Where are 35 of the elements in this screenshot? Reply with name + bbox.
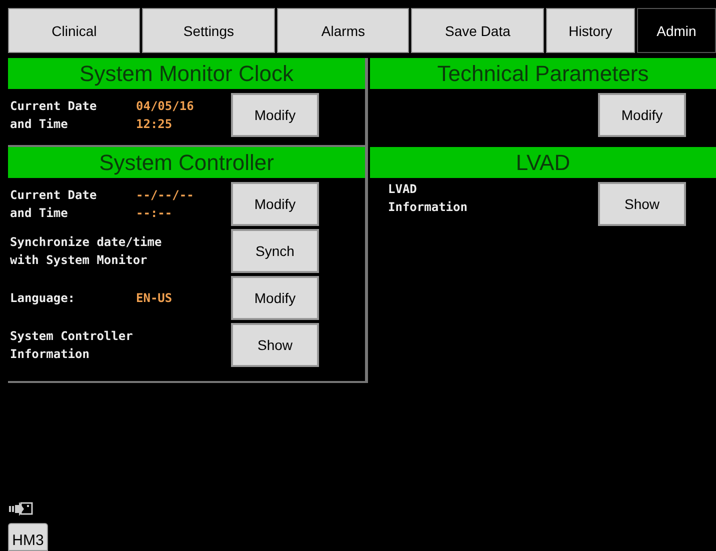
tab[interactable]: History [546, 8, 635, 53]
action-button[interactable]: Synch [231, 229, 319, 273]
field-value: 04/05/16 [136, 99, 195, 113]
field-label: and Time [10, 206, 69, 220]
field-label: with System Monitor [10, 253, 148, 267]
field-label: and Time [10, 117, 69, 131]
field-label: LVAD [388, 182, 418, 196]
field-label: Information [388, 200, 468, 214]
tab[interactable]: Save Data [411, 8, 544, 53]
field-label: Current Date [10, 188, 98, 202]
action-button[interactable]: Modify [231, 93, 319, 137]
exit-icon[interactable] [8, 501, 34, 517]
action-button[interactable]: Show [598, 182, 686, 226]
field-value: --/--/-- [136, 188, 195, 202]
field-label: Synchronize date/time [10, 235, 163, 249]
panel-header: System Monitor Clock [8, 58, 365, 89]
field-label: Current Date [10, 99, 98, 113]
field-label: Information [10, 347, 90, 361]
action-button[interactable]: Modify [598, 93, 686, 137]
field-label: Language: [10, 291, 76, 305]
field-value: EN-US [136, 291, 174, 305]
panel-header: LVAD [370, 147, 716, 178]
action-button[interactable]: Show [231, 323, 319, 367]
field-value: --:-- [136, 206, 174, 220]
panel-header: Technical Parameters [370, 58, 716, 89]
action-button[interactable]: Modify [231, 182, 319, 226]
field-label: System Controller [10, 329, 134, 343]
tab[interactable]: Clinical [8, 8, 140, 53]
tab[interactable]: Admin [636, 8, 716, 53]
action-button[interactable]: Modify [231, 276, 319, 320]
tab[interactable]: Settings [142, 8, 275, 53]
field-value: 12:25 [136, 117, 174, 131]
panel-header: System Controller [8, 147, 365, 178]
tab[interactable]: Alarms [276, 8, 410, 53]
device-button[interactable]: HM3 [8, 523, 48, 551]
